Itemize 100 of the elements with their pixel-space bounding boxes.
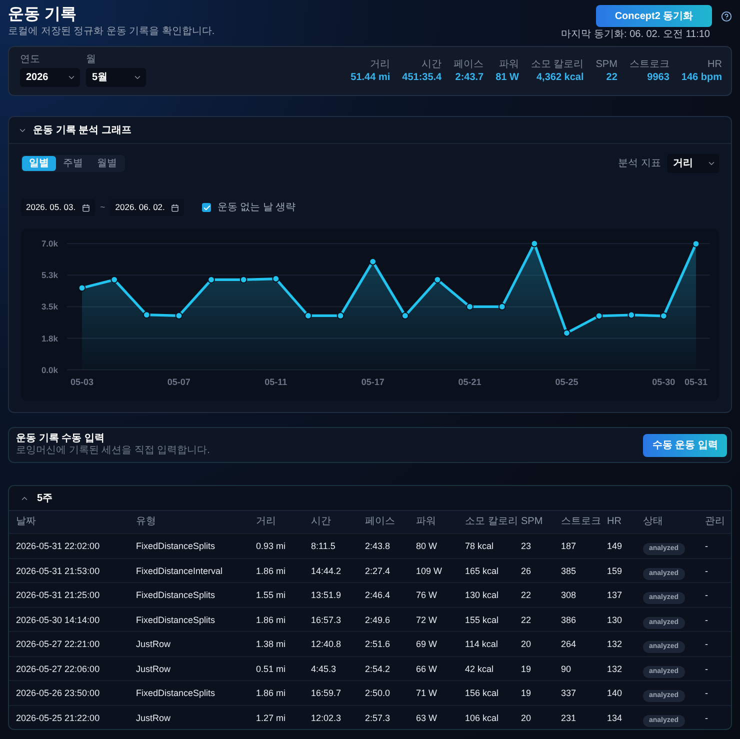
data-point [272,275,280,282]
table-cell-text: 165 kcal [465,564,500,576]
date-separator: ~ [100,200,106,214]
table-cell-text: 22 [521,614,532,626]
column-header: 스트로크 [561,516,602,528]
stat-label: 파워 [498,58,519,70]
table-cell-text: FixedDistanceSplits [136,589,216,601]
table-cell-text: 2:51.6 [365,638,392,650]
page-title: 운동 기록 [8,5,78,25]
x-axis-label: 05-11 [264,377,288,387]
table-cell-text: 2:50.0 [365,687,392,699]
data-point [175,312,183,320]
date-field[interactable]: 2026. 05. 03. [21,199,95,216]
table-cell-text: 71 W [416,687,438,699]
dropdown[interactable]: 거리 [667,154,719,173]
table-cell-text: 386 [561,614,578,626]
table-cell-text: 132 [607,638,624,650]
table-cell-text: 264 [561,638,578,650]
table-cell-text: 19 [521,687,532,699]
x-axis-label: 05-30 [652,377,676,387]
table-cell-text: 72 W [416,614,438,626]
table-cell-text: 2:54.2 [365,662,392,674]
x-axis-label: 05-17 [361,377,384,387]
table-cell-text: 2:43.8 [365,540,392,552]
calendar-icon[interactable] [82,204,90,212]
metric-label: 분석 지표 [618,157,661,171]
data-point [595,312,603,320]
table-cell-text: 156 kcal [465,687,500,699]
x-axis-label: 05-25 [555,377,578,387]
period-tab[interactable]: 월별 [90,156,124,171]
stat-label: 시간 [422,58,442,70]
stat-value: 22 [606,70,618,84]
table-cell-text: - [705,540,709,552]
column-header: 시간 [311,516,332,528]
stat-value: 2:43.7 [455,70,484,84]
table-cell-text: 19 [521,662,532,674]
table-cell-text: 1.27 mi [256,712,287,724]
table-cell-text: 385 [561,564,578,576]
page-subtitle: 로컬에 저장된 정규화 운동 기록을 확인합니다. [8,25,215,39]
table-cell-text: 308 [561,589,578,601]
checkbox[interactable] [202,203,212,212]
data-point [530,240,538,248]
table-cell-text: 132 [607,662,624,674]
table-cell-text: FixedDistanceSplits [136,540,216,552]
table-cell-text: JustRow [136,638,172,650]
caret-icon [707,159,716,168]
data-point [401,312,409,320]
last-sync-text: 마지막 동기화: 06. 02. 오전 11:10 [561,29,710,41]
table-cell-text: JustRow [136,662,172,674]
data-point [660,312,668,320]
period-tab[interactable]: 주별 [56,156,90,171]
calendar-icon[interactable] [171,204,180,212]
dropdown[interactable]: 5월 [86,68,146,87]
data-point [628,311,636,319]
stat-value: 51.44 mi [350,70,390,84]
dropdown[interactable]: 2026 [20,68,80,87]
table-cell-text: 76 W [416,589,438,601]
table-cell-text: 66 W [416,662,438,674]
stat-value: 451:35.4 [402,70,442,84]
data-point [110,276,118,284]
table-cell-text: 2:46.4 [365,589,392,601]
table-cell-text: - [705,638,709,650]
stat-label: HR [708,58,722,70]
table-cell-text: 1.38 mi [256,638,287,650]
data-point [434,276,442,284]
table-cell-text: 80 W [416,540,438,552]
table-cell-text: 4:45.3 [311,662,338,674]
column-header: 유형 [136,516,157,528]
stat-value: 146 bpm [681,70,722,84]
table-cell-text: 26 [521,564,532,576]
field-label: 연도 [20,54,41,66]
table-cell-text: FixedDistanceSplits [136,687,216,699]
checkbox-label: 운동 없는 날 생략 [217,201,296,215]
table-cell-text: - [705,564,709,576]
table-cell-text: 231 [561,712,578,724]
table-cell-text: 2026-05-31 22:02:00 [16,540,101,552]
data-point [78,284,86,292]
data-point [466,303,474,310]
table-cell-text: - [705,712,709,724]
table-cell-text: FixedDistanceSplits [136,614,216,626]
help-icon[interactable] [721,10,732,22]
stat-label: 페이스 [454,58,484,70]
data-point [208,276,215,284]
table-cell-text: - [705,614,709,626]
table-cell-text: 23 [521,540,532,552]
date-field[interactable]: 2026. 06. 02. [110,199,184,216]
column-header: 거리 [256,516,277,528]
field-label: 월 [86,54,97,66]
table-cell-text: 8:11.5 [311,540,336,552]
data-point [369,258,377,266]
column-header: 소모 칼로리 [465,516,519,528]
table-cell-text: 114 kcal [465,638,499,650]
column-header: SPM [521,516,544,528]
table-cell-text: 0.93 mi [256,540,287,552]
y-axis-label: 7.0k [41,238,58,249]
column-header: HR [607,516,622,528]
column-header: 페이스 [365,516,396,528]
data-point [142,311,150,319]
panel-title: 운동 기록 분석 그래프 [33,124,132,138]
column-header: 파워 [416,516,437,528]
